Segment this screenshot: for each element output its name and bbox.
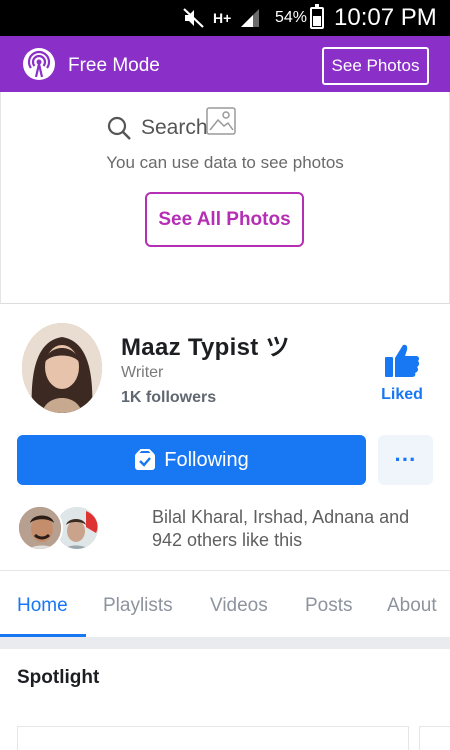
profile-avatar[interactable] [22,323,102,413]
battery-icon [310,4,324,29]
photo-search[interactable]: Search [106,107,238,146]
broadcast-icon [23,48,55,80]
spotlight-card[interactable] [17,726,409,750]
free-mode-label: Free Mode [68,55,160,76]
tab-posts[interactable]: Posts [305,595,353,617]
page-title: Maaz Typist ツ [121,334,290,361]
friend-avatar-image [19,507,61,549]
liked-label: Liked [381,386,423,403]
network-type: H+ [213,10,232,26]
page-tabs: Home Playlists Videos Posts About [0,571,450,637]
mute-icon [183,8,204,28]
status-bar: H+ 54% 10:07 PM [0,0,450,36]
image-icon [205,107,236,135]
section-separator [0,637,450,649]
battery-percent: 54% [275,9,308,26]
search-icon [107,116,131,140]
more-options-button[interactable]: ··· [378,435,433,485]
spotlight-card[interactable] [419,726,450,750]
page-category: Writer [121,364,164,381]
followers-count[interactable]: 1K followers [121,389,216,407]
see-all-photos-button[interactable]: See All Photos [145,192,304,247]
photo-data-note: You can use data to see photos [106,153,344,172]
tab-playlists[interactable]: Playlists [103,595,173,617]
friends-like-summary[interactable]: Bilal Kharal, Irshad, Adnana and 942 oth… [152,506,442,552]
following-label: Following [164,448,249,471]
free-mode-bar: Free Mode See Photos [0,36,450,92]
following-check-icon [135,449,156,470]
section-title: Spotlight [17,667,100,688]
avatar-image [22,323,102,413]
thumbs-up-icon [385,344,420,377]
status-icons: H+ [183,6,261,30]
following-button[interactable]: Following [17,435,366,485]
signal-icon [241,9,260,27]
tab-about[interactable]: About [387,595,437,617]
tab-home[interactable]: Home [17,595,68,617]
search-label: Search [141,116,208,139]
friend-avatar[interactable] [17,505,63,551]
see-photos-button[interactable]: See Photos [322,47,429,85]
clock: 10:07 PM [334,4,437,31]
liked-button[interactable]: Liked [374,340,430,408]
tab-videos[interactable]: Videos [210,595,268,617]
